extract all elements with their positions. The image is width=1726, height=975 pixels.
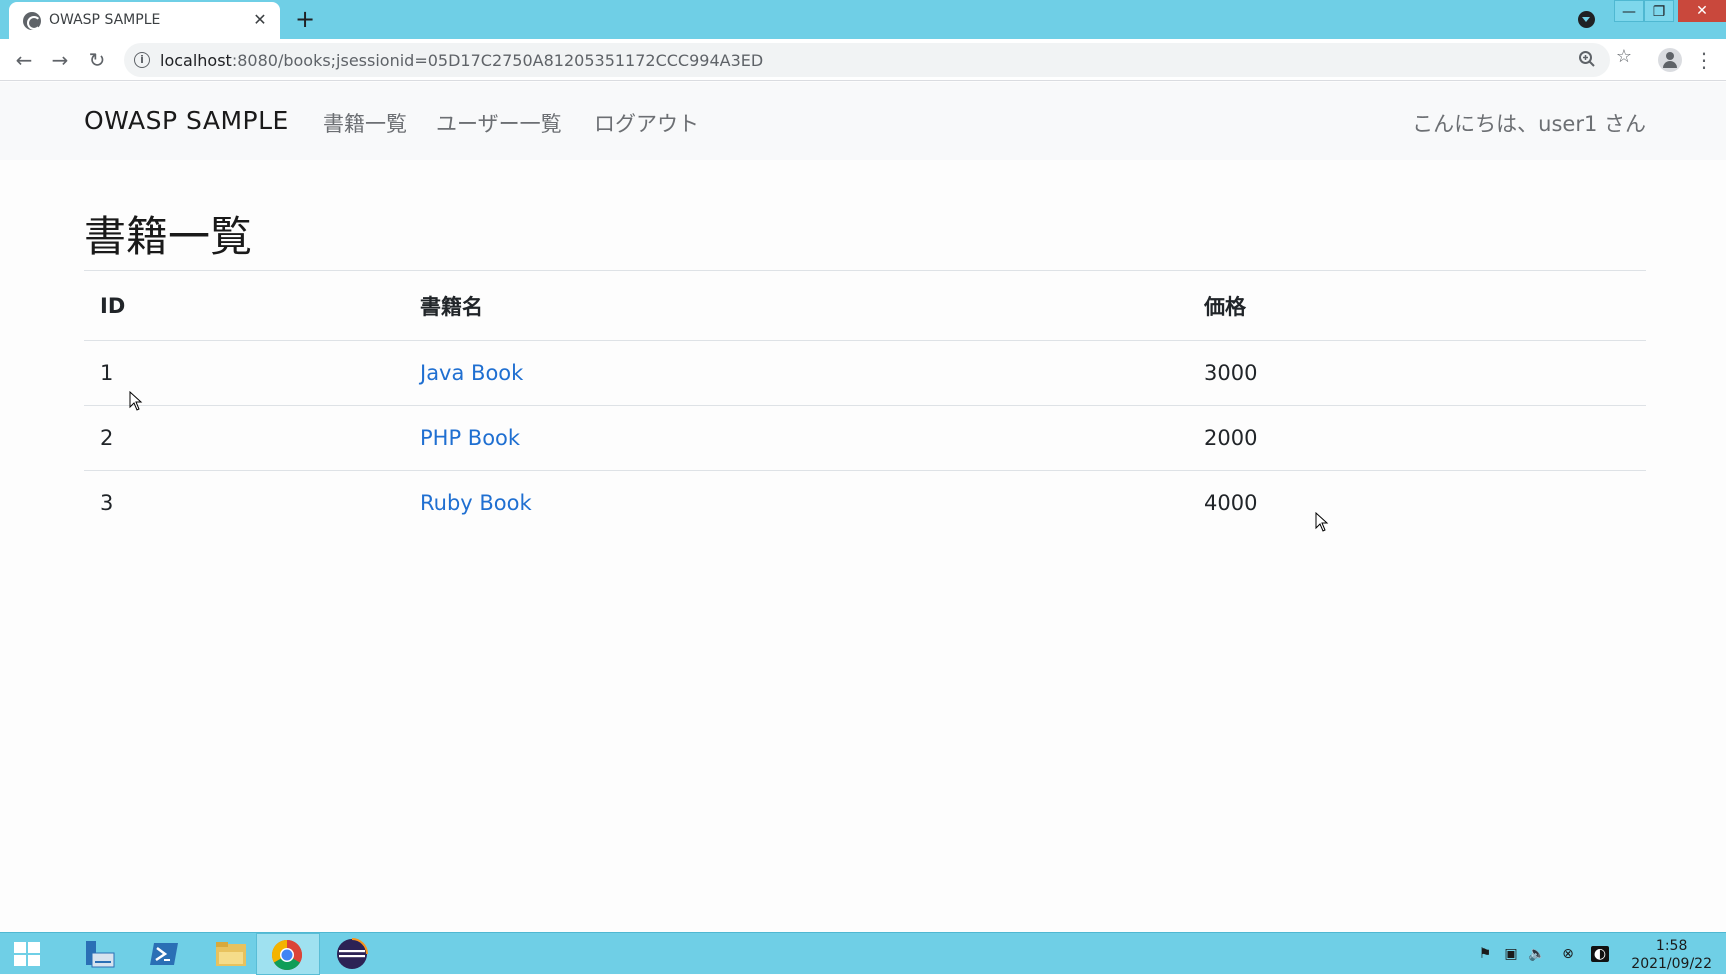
book-title-cell: PHP Book [404,405,1188,471]
book-price: 4000 [1188,470,1646,536]
mouse-cursor-icon [129,391,143,411]
globe-icon [23,12,41,30]
table-row: 3 Ruby Book 4000 [84,470,1646,536]
profile-avatar-icon[interactable] [1658,48,1682,72]
url-path: :8080/books;jsessionid=05D17C2750A812053… [231,51,764,70]
browser-toolbar: ← → ↻ i localhost:8080/books;jsessionid=… [0,39,1726,81]
forward-button[interactable]: → [47,47,73,73]
clock-date: 2021/09/22 [1631,956,1712,972]
browser-menu-icon[interactable]: ⋮ [1694,47,1714,73]
tab-search-icon[interactable] [1578,11,1595,28]
nav-link-books[interactable]: 書籍一覧 [323,108,407,138]
powershell-button[interactable] [132,933,196,975]
site-brand[interactable]: OWASP SAMPLE [84,106,289,135]
browser-tab[interactable]: OWASP SAMPLE ✕ [9,2,280,39]
ime-icon[interactable]: ◐ [1591,946,1609,962]
start-button[interactable] [0,933,64,975]
nav-link-logout[interactable]: ログアウト [594,108,699,138]
file-explorer-button[interactable] [198,933,262,975]
page-title: 書籍一覧 [84,212,253,261]
table-row: 2 PHP Book 2000 [84,405,1646,471]
system-clock[interactable]: 1:58 2021/09/22 [1631,937,1712,973]
powershell-icon [150,943,178,965]
new-tab-button[interactable]: + [292,6,318,32]
table-row: 1 Java Book 3000 [84,340,1646,406]
server-manager-icon [86,941,115,968]
url-text[interactable]: localhost:8080/books;jsessionid=05D17C27… [160,51,763,70]
eclipse-button[interactable] [322,933,386,975]
minimize-button[interactable]: — [1614,0,1644,22]
maximize-button[interactable]: ❐ [1644,0,1674,22]
windows-logo-icon [14,942,40,966]
column-header-title: 書籍名 [404,270,1188,341]
site-navbar: OWASP SAMPLE 書籍一覧 ユーザー一覧 ログアウト こんにちは、use… [0,82,1726,160]
book-price: 3000 [1188,340,1646,406]
book-title-cell: Ruby Book [404,470,1188,536]
tab-title: OWASP SAMPLE [49,12,161,28]
server-manager-button[interactable] [66,933,130,975]
book-title-link[interactable]: Ruby Book [420,491,532,515]
column-header-id: ID [84,270,404,341]
eclipse-icon [337,938,368,969]
book-price: 2000 [1188,405,1646,471]
bookmark-star-icon[interactable]: ☆ [1613,46,1635,68]
folder-icon [216,942,246,966]
back-button[interactable]: ← [11,47,37,73]
info-icon[interactable]: i [134,52,150,68]
chrome-taskbar-button[interactable] [256,933,320,975]
book-title-link[interactable]: PHP Book [420,426,520,450]
network-icon[interactable]: ▣ [1502,946,1520,962]
browser-tab-strip: OWASP SAMPLE ✕ + — ❐ ✕ [0,0,1726,39]
column-header-price: 価格 [1188,270,1646,341]
close-window-button[interactable]: ✕ [1678,0,1726,22]
address-bar[interactable]: i localhost:8080/books;jsessionid=05D17C… [124,43,1610,77]
reload-button[interactable]: ↻ [84,47,110,73]
network-alert-icon[interactable]: ⚑ [1476,946,1494,962]
url-host: localhost [160,51,232,70]
book-title-link[interactable]: Java Book [420,361,523,385]
books-table: ID 書籍名 価格 1 Java Book 3000 2 PHP Book 20… [84,270,1646,536]
tab-close-icon[interactable]: ✕ [250,9,270,31]
mouse-cursor-icon [1315,512,1329,532]
volume-muted-icon[interactable]: 🔈 [1528,946,1546,962]
warning-icon[interactable]: ⊗ [1559,946,1577,962]
chrome-icon [271,940,303,971]
book-title-cell: Java Book [404,340,1188,406]
book-id: 3 [84,470,404,536]
table-header-row: ID 書籍名 価格 [84,270,1646,341]
clock-time: 1:58 [1655,938,1688,954]
taskbar: ⚑ ▣ 🔈 ⊗ ◐ 1:58 2021/09/22 [0,932,1726,975]
user-greeting: こんにちは、user1 さん [1412,112,1646,136]
zoom-icon[interactable] [1576,50,1598,72]
nav-link-users[interactable]: ユーザー一覧 [436,108,562,138]
book-id: 2 [84,405,404,471]
